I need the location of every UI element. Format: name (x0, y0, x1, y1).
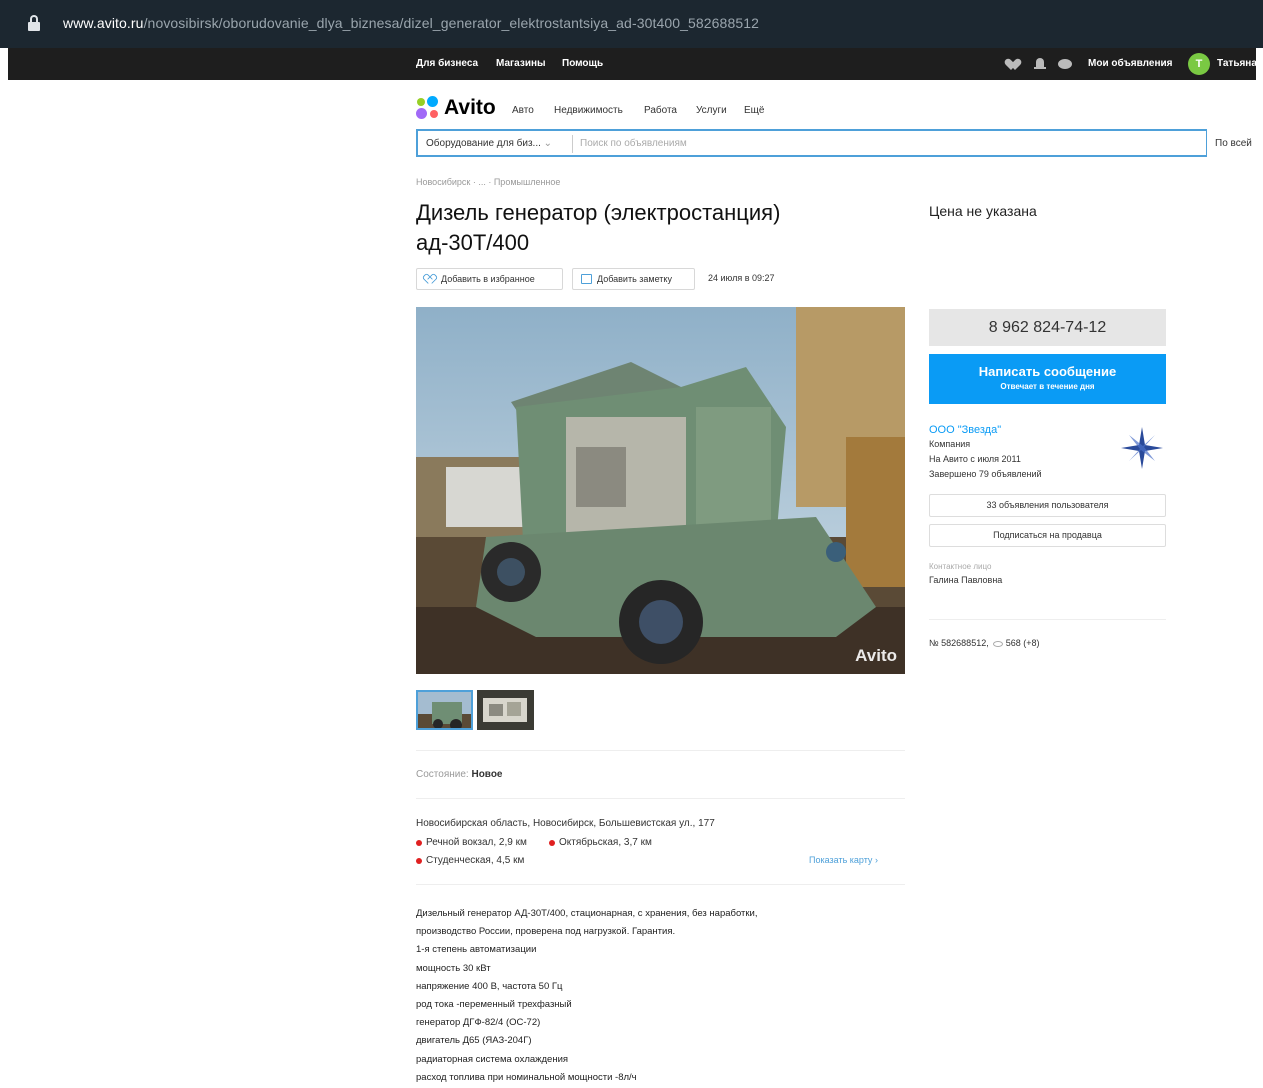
top-nav: Для бизнеса Магазины Помощь Мои объявлен… (8, 48, 1256, 80)
region-select[interactable]: По всей (1206, 129, 1258, 157)
contact-name: Галина Павловна (929, 575, 1003, 585)
metro-station: Студенческая, 4,5 км (416, 855, 524, 866)
user-name[interactable]: Татьяна (1217, 58, 1256, 69)
favorites-heart-icon[interactable] (1008, 57, 1022, 71)
add-note-label: Добавить заметку (597, 274, 672, 284)
cat-link-auto[interactable]: Авто (512, 105, 534, 116)
photo-thumbnail-1[interactable] (416, 690, 473, 730)
description-line: двигатель Д65 (ЯАЗ-204Г) (416, 1035, 532, 1047)
add-note-button[interactable]: Добавить заметку (572, 268, 695, 290)
ad-id-value: № 582688512, (929, 638, 989, 648)
seller-type: Компания (929, 439, 971, 449)
description-line: радиаторная система охлаждения (416, 1053, 569, 1065)
add-to-favorites-label: Добавить в избранное (441, 274, 535, 284)
description-line: производство России, проверена под нагру… (416, 926, 676, 938)
cat-link-more[interactable]: Ещё (744, 105, 764, 116)
description-line: род тока -переменный трехфазный (416, 999, 572, 1011)
description-line: расход топлива при номинальной мощности … (416, 1071, 637, 1083)
seller-completed: Завершено 79 объявлений (929, 469, 1042, 479)
avito-logo[interactable]: Avito (416, 96, 506, 122)
logo-dot-blue (427, 96, 438, 107)
condition-value: Новое (471, 769, 503, 780)
search-bar: Оборудование для биз... ⌄ Поиск по объяв… (416, 129, 1258, 157)
condition-label: Состояние: (416, 769, 469, 780)
cat-link-realty[interactable]: Недвижимость (554, 105, 623, 116)
logo-dot-purple (416, 108, 427, 119)
description-line: Дизельный генератор АД-30Т/400, стациона… (416, 908, 758, 919)
page-title: Дизель генератор (электростанция) ад-30Т… (416, 200, 781, 255)
generator-photo-illustration (416, 307, 905, 674)
browser-url-bar: www.avito.ru/novosibirsk/oborudovanie_dl… (0, 0, 1263, 48)
photo-watermark: Avito (855, 646, 897, 665)
divider (416, 750, 905, 751)
breadcrumb[interactable]: Новосибирск · ... · Промышленное (416, 177, 560, 187)
response-time: Отвечает в течение дня (1000, 382, 1095, 391)
search-separator (572, 135, 573, 153)
seller-ads-button[interactable]: 33 объявления пользователя (929, 494, 1166, 517)
phone-button[interactable]: 8 962 824-74-12 (929, 309, 1166, 346)
eye-icon (992, 640, 1003, 647)
show-map-link[interactable]: Показать карту › (809, 855, 878, 865)
nav-link-business[interactable]: Для бизнеса (416, 58, 478, 69)
post-date: 24 июля в 09:27 (708, 273, 775, 283)
address-bar[interactable]: www.avito.ru/novosibirsk/oborudovanie_dl… (63, 15, 759, 31)
chevron-down-icon: ⌄ (543, 138, 553, 149)
category-select-value: Оборудование для биз... (426, 138, 541, 149)
region-select-value: По всей (1215, 138, 1252, 149)
seller-logo-star-icon (1121, 427, 1163, 469)
user-avatar[interactable]: Т (1188, 53, 1210, 75)
nav-link-help[interactable]: Помощь (562, 58, 603, 69)
metro-station: Речной вокзал, 2,9 км (416, 837, 527, 848)
search-input[interactable]: Поиск по объявлениям (580, 138, 687, 149)
heart-icon (425, 274, 436, 284)
cat-link-jobs[interactable]: Работа (644, 105, 677, 116)
messages-chat-icon[interactable] (1058, 57, 1072, 71)
contact-label: Контактное лицо (929, 562, 992, 571)
logo-text: Avito (444, 96, 496, 119)
price: Цена не указана (929, 203, 1037, 219)
description: Дизельный генератор АД-30Т/400, стациона… (416, 905, 758, 1087)
divider (929, 619, 1166, 620)
notifications-bell-icon[interactable] (1033, 57, 1047, 71)
nav-link-shops[interactable]: Магазины (496, 58, 546, 69)
seller-name-link[interactable]: ООО "Звезда" (929, 424, 1001, 436)
send-message-label: Написать сообщение (978, 364, 1117, 379)
add-to-favorites-button[interactable]: Добавить в избранное (416, 268, 563, 290)
logo-dot-green (417, 98, 425, 106)
address: Новосибирская область, Новосибирск, Боль… (416, 818, 715, 829)
my-ads-link[interactable]: Мои объявления (1088, 58, 1172, 69)
send-message-button[interactable]: Написать сообщение Отвечает в течение дн… (929, 354, 1166, 404)
divider (416, 884, 905, 885)
divider (416, 798, 905, 799)
metro-station: Октябрьская, 3,7 км (549, 837, 652, 848)
logo-dot-red (430, 110, 438, 118)
photo-thumbnail-2[interactable] (477, 690, 534, 730)
seller-since: На Авито с июля 2011 (929, 454, 1021, 464)
url-host: www.avito.ru (63, 15, 144, 31)
description-line: напряжение 400 В, частота 50 Гц (416, 980, 563, 992)
views-count: 568 (+8) (1005, 638, 1040, 648)
show-map-label: Показать карту (809, 855, 873, 865)
thumbnail-image (477, 690, 534, 730)
description-line: мощность 30 кВт (416, 962, 491, 974)
main-photo[interactable]: Avito (416, 307, 905, 674)
subscribe-seller-button[interactable]: Подписаться на продавца (929, 524, 1166, 547)
lock-icon (28, 15, 40, 31)
category-select[interactable]: Оборудование для биз... ⌄ (426, 138, 552, 149)
ad-id: № 582688512, 568 (+8) (929, 638, 1040, 648)
description-line: 1-я степень автоматизации (416, 944, 537, 956)
condition: Состояние: Новое (416, 769, 502, 780)
note-icon (581, 274, 592, 284)
thumbnail-image (418, 692, 471, 728)
description-line: генератор ДГФ-82/4 (ОС-72) (416, 1017, 541, 1029)
chevron-right-icon: › (874, 855, 878, 865)
url-path: /novosibirsk/oborudovanie_dlya_biznesa/d… (143, 15, 759, 31)
cat-link-services[interactable]: Услуги (696, 105, 727, 116)
